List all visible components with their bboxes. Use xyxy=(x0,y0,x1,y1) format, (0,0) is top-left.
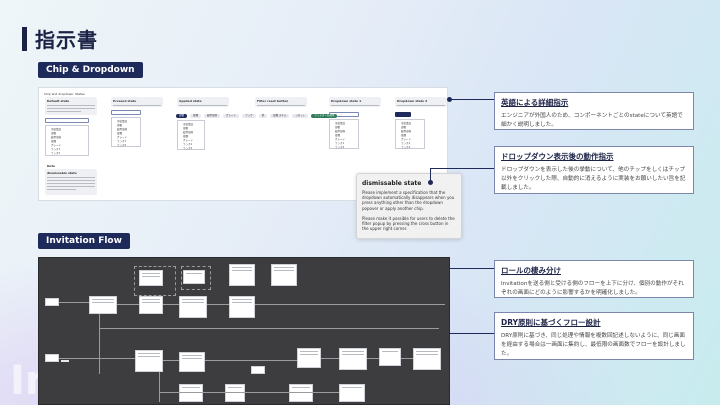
mock-chip: グレード xyxy=(223,114,240,118)
mock-select-1 xyxy=(45,118,89,123)
flow-screen xyxy=(139,270,163,286)
connector-dot-2 xyxy=(428,180,433,185)
flow-screen xyxy=(297,348,321,368)
popup-body-1: Please implement a specification that th… xyxy=(362,190,455,211)
flow-screen xyxy=(139,296,163,314)
section-label-chip-dropdown: Chip & Dropdown xyxy=(38,62,143,78)
connector-line-1 xyxy=(450,99,494,100)
mock-chip: 雇用形態 xyxy=(204,114,221,118)
flow-screen xyxy=(339,348,367,370)
flow-screen xyxy=(179,352,205,372)
mock-chip: 部署 xyxy=(176,114,188,118)
mock-select-2 xyxy=(111,110,141,115)
flow-screen xyxy=(183,270,205,284)
flow-start xyxy=(45,298,59,306)
mock-chip: リセット xyxy=(292,114,309,118)
note-role-separation: ロールの棲み分け Invitationを送る側と受ける側のフローを上下に分け、個… xyxy=(494,260,694,298)
flow-screen xyxy=(229,264,255,286)
mock-select-5 xyxy=(395,112,411,117)
flow-screen xyxy=(339,384,365,402)
flow-screen xyxy=(289,384,313,402)
mock-chip: フィルターを適用 xyxy=(311,114,338,118)
card-default-state: Default state xyxy=(45,97,97,115)
mockup-header: Chip and dropdown: States xyxy=(44,92,85,96)
flow-screen xyxy=(135,350,163,372)
mock-dropdown-4: 全従業員 部署 雇用形態 役職 グレード ランク1 ランク2 xyxy=(329,119,359,149)
mock-chip: 他 xyxy=(258,114,268,118)
note-dropdown-behavior: ドロップダウン表示後の動作指示 ドロップダウンを表示した後の挙動について、他のチ… xyxy=(494,146,694,194)
flow-screen xyxy=(229,296,255,318)
flow-screen xyxy=(379,348,401,366)
page-title: 指示書 xyxy=(22,24,98,53)
flow-screen xyxy=(271,264,297,286)
card-pressed-state: Pressed state xyxy=(111,97,163,107)
flow-screen xyxy=(179,384,203,402)
mock-chip: 役職 スキル xyxy=(270,114,290,118)
mock-dropdown-5: 全従業員 部署 雇用形態 役職 グレード ランク1 ランク2 xyxy=(395,119,425,149)
note-english-instructions: 英語による詳細指示 エンジニアが外国人のため、コンポーネントごとのstateにつ… xyxy=(494,92,694,130)
card-note: Note xyxy=(47,164,56,168)
flow-start xyxy=(45,354,59,362)
page-title-text: 指示書 xyxy=(35,28,98,52)
connector-line-3 xyxy=(450,268,494,269)
flow-screen xyxy=(225,384,245,402)
popup-title: dismissable state xyxy=(362,180,422,187)
connector-line-2 xyxy=(430,168,494,169)
section-label-invitation-flow: Invitation Flow xyxy=(38,233,130,249)
mock-chip: 役職 xyxy=(190,114,202,118)
connector-dot-1 xyxy=(447,97,452,102)
title-accent-bar xyxy=(22,26,27,51)
flow-start xyxy=(251,366,265,374)
card-filter-reset-button: Filter reset button xyxy=(255,97,307,107)
card-dropdown-state-2: Dropdown state 2 xyxy=(395,97,447,107)
invitation-flow-diagram xyxy=(38,257,450,405)
popup-body-2: Please make it possible for users to del… xyxy=(362,215,455,232)
flow-screen xyxy=(413,348,441,370)
mock-dropdown-3: 全従業員 部署 雇用形態 役職 グレード ランク1 ランク2 xyxy=(177,120,205,150)
flow-screen xyxy=(179,296,207,318)
note-dry-principle: DRY原則に基づくフロー設計 DRY原則に基づき、同じ処理や情報を複数回記述しな… xyxy=(494,312,694,360)
card-applied-state: Applied state xyxy=(177,97,229,107)
mock-dropdown-2: 全従業員 部署 雇用形態 役職 グレード ランク1 ランク2 xyxy=(111,117,141,147)
card-dropdown-state-1: Dropdown state 1 xyxy=(329,97,381,107)
flow-screen xyxy=(89,296,117,314)
mock-chip-row: 部署 役職 雇用形態 グレード ランク 他 役職 スキル リセット フィルターを… xyxy=(176,114,338,118)
mock-dropdown-1: 全従業員 部署 雇用形態 役職 グレード ランク1 ランク2 xyxy=(45,125,89,156)
mock-chip: ランク xyxy=(242,114,256,118)
connector-line-4 xyxy=(450,333,494,334)
dismissable-state-popup: dismissable state Please implement a spe… xyxy=(356,173,462,239)
card-dismissable-state: dismissable state xyxy=(45,169,97,195)
